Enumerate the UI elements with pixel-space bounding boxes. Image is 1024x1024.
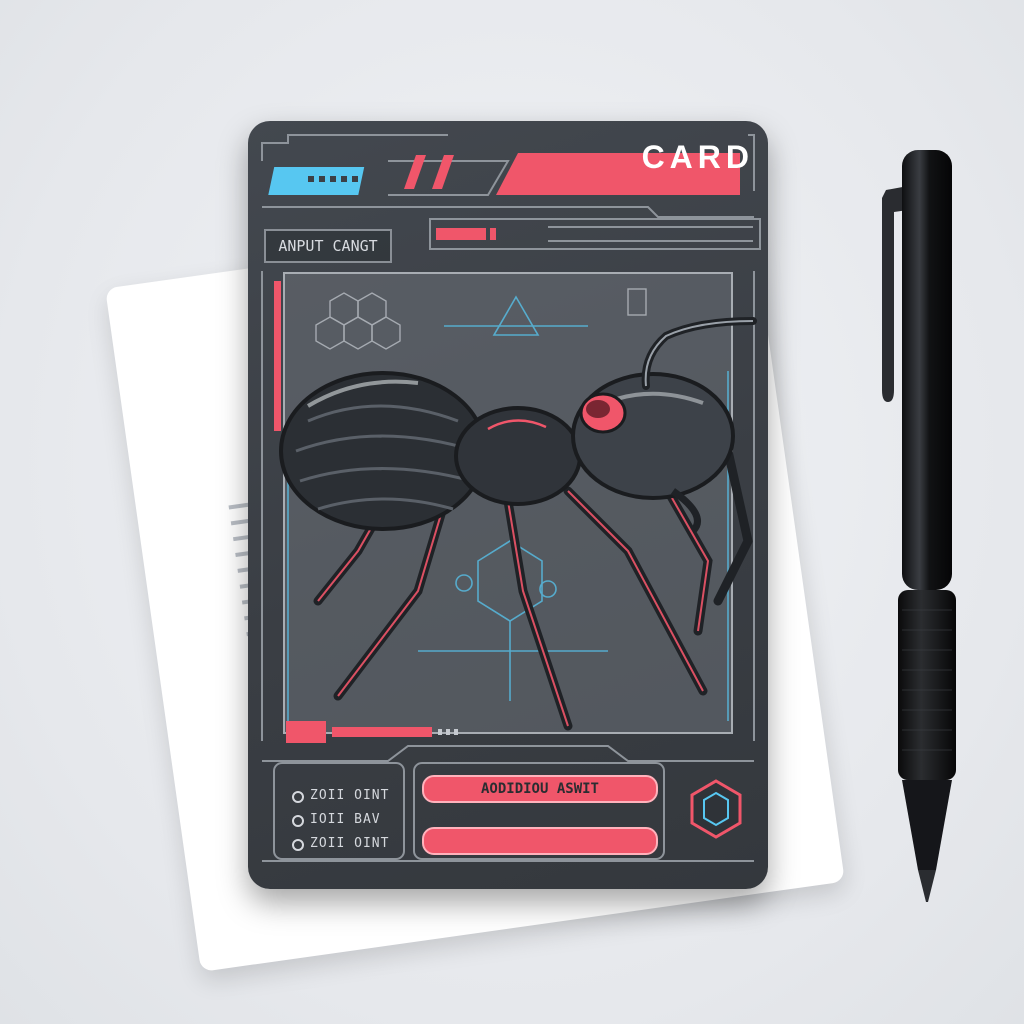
primary-action-button[interactable]: AODIDIOU ASWIT bbox=[422, 775, 658, 803]
hexagon-emblem-icon bbox=[690, 779, 742, 839]
stat-label-2: IOII BAV bbox=[310, 812, 381, 827]
card-title: CARD bbox=[641, 138, 754, 175]
stat-label-3: ZOII OINT bbox=[310, 836, 390, 851]
card-subtitle: ANPUT CANGT bbox=[264, 229, 392, 263]
primary-action-label: AODIDIOU ASWIT bbox=[480, 781, 599, 797]
stat-label-1: ZOII OINT bbox=[310, 788, 390, 803]
scene: CARD ANPUT CANGT AODIDIOU ASWIT ZOII OIN… bbox=[0, 0, 1024, 1024]
secondary-action-button[interactable] bbox=[422, 827, 658, 855]
trading-card[interactable]: CARD ANPUT CANGT AODIDIOU ASWIT ZOII OIN… bbox=[248, 121, 768, 889]
pen bbox=[882, 150, 956, 902]
